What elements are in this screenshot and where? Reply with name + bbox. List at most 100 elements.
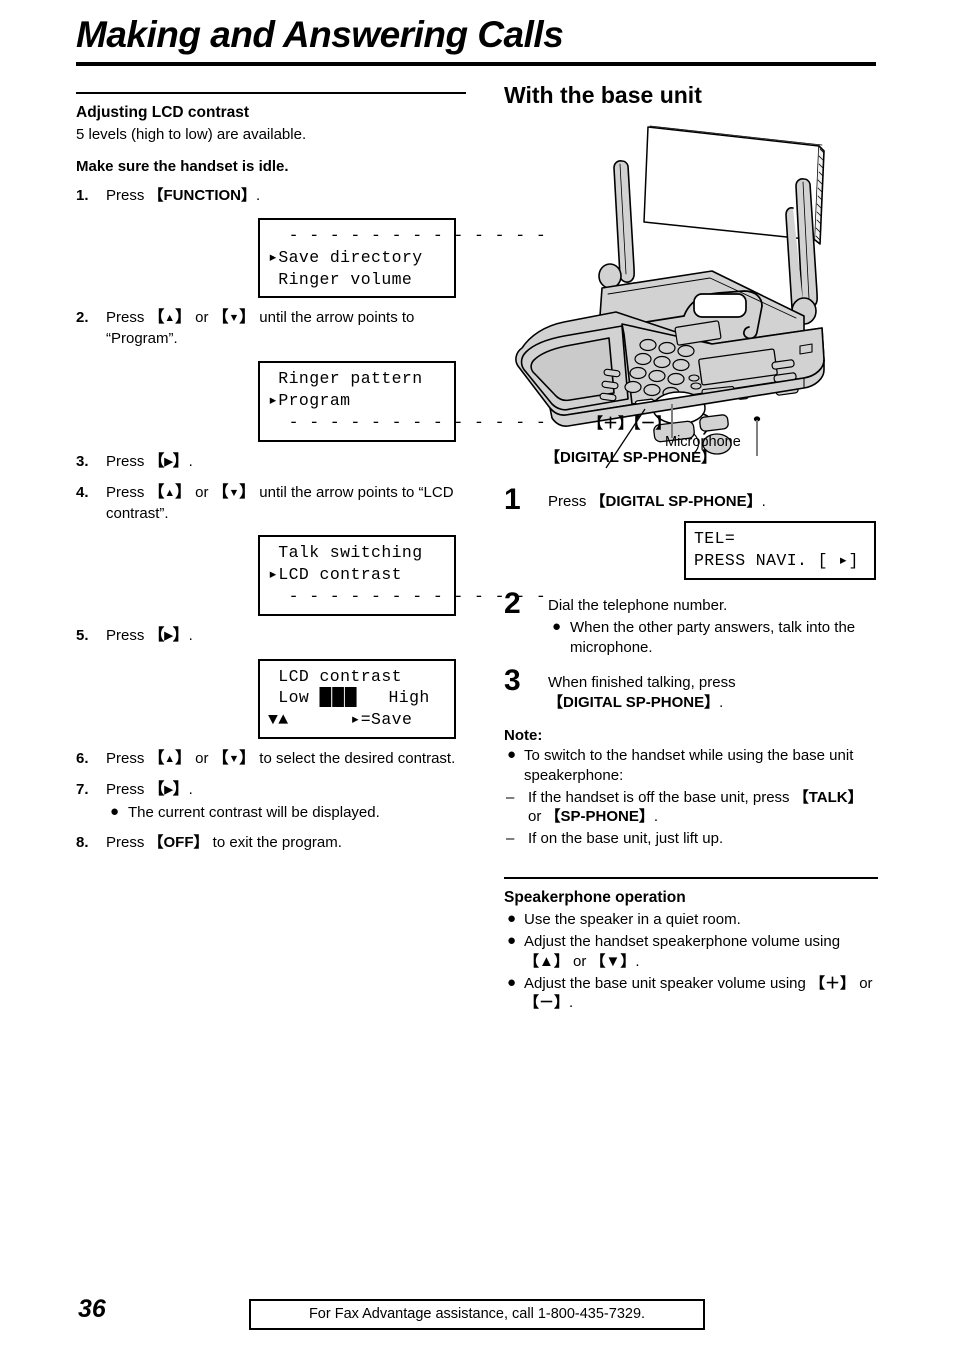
step-text: Press 【】. [106,627,193,644]
key-up-arrow: 【】 [149,484,191,501]
lcd-high-label: High [357,688,430,708]
base-step-3: 3 When finished talking, press 【DIGITAL … [504,666,878,713]
lcd-nav-arrows: ▼▲ [268,710,289,730]
dash-icon: – [506,788,515,806]
step-7-bullet: ● The current contrast will be displayed… [106,803,466,823]
base-step-1: 1 Press 【DIGITAL SP-PHONE】. [504,484,878,514]
lcd-line-2: ▸LCD contrast [268,565,402,585]
key-digital-sp-phone: 【DIGITAL SP-PHONE】 [548,694,720,712]
dash-text-mid: or [528,808,546,826]
speakerphone-section: Speakerphone operation ● Use the speaker… [504,876,878,1013]
dash-text: If on the base unit, just lift up. [528,830,724,848]
paper-support-arm-left [613,159,635,283]
lcd-display-3: Talk switching ▸LCD contrast - - - - - -… [258,535,546,616]
step-5: 5. Press 【】. [76,626,466,647]
lcd-line-1: Talk switching [268,543,423,563]
step-number: 2. [76,309,89,327]
bullet-text: When the other party answers, talk into … [570,618,856,656]
key-plus: 【＋】 [810,974,856,992]
key-down-arrow: 【】 [213,484,255,501]
bullet-dot-icon: ● [552,617,562,635]
step-2: 2. Press 【】 or 【】 until the arrow points… [76,308,466,349]
bullet-text-mid: or [568,952,591,970]
lcd-line-2: PRESS NAVI. [ ▸] [694,551,859,571]
step-text: Press 【】 or 【】 until the arrow points to… [106,309,414,347]
footer-assistance-box: For Fax Advantage assistance, call 1-800… [249,1299,705,1330]
lcd-line-2: ▸Program [268,391,351,411]
section-heading-speakerphone-operation: Speakerphone operation [504,888,686,906]
bullet-text: Adjust the handset speakerphone volume u… [524,933,840,970]
key-minus: 【－】 [524,994,570,1012]
right-column: With the base unit 【＋】【－】 Microphone 【DI… [504,82,878,1013]
section-heading-with-the-base-unit: With the base unit [504,82,702,108]
section-rule-speakerphone [504,876,878,879]
key-up-arrow: 【▲】 [524,952,569,970]
key-down-arrow: 【▼】 [590,952,636,970]
bullet-dot-icon: ● [507,973,517,991]
bullet-dot-icon: ● [507,745,517,763]
key-right-arrow: 【】 [149,781,189,798]
step-text-pre: When finished talking, press [548,674,736,692]
key-function: 【FUNCTION】 [148,187,257,205]
step-text: Press 【FUNCTION】. [106,187,261,205]
callout-digital-sp-phone: 【DIGITAL SP-PHONE】 [545,448,717,466]
bullet-text-mid: or [855,974,873,992]
bullet-text: Adjust the base unit speaker volume usin… [524,975,873,1012]
lcd-line-3: Ringer volume [268,269,413,289]
key-digital-sp-phone: 【DIGITAL SP-PHONE】 [590,492,762,510]
fax-machine-drawing [515,125,825,468]
step-number: 3 [504,664,521,698]
step-number: 5. [76,626,89,644]
lcd-line-2: ▸Save directory [268,247,423,267]
step-4: 4. Press 【】 or 【】 until the arrow points… [76,483,466,524]
bullet-text: Use the speaker in a quiet room. [524,911,741,929]
lcd-line-3: ▼▲ ▸=Save [268,710,412,729]
note-dash-1: – If the handset is off the base unit, p… [504,788,878,828]
step-number: 1 [504,482,521,516]
note-bullet: ● To switch to the handset while using t… [504,746,878,786]
section-rule-left [76,92,466,94]
step-text: Press 【】. [106,453,193,470]
step-1: 1. Press 【FUNCTION】. [76,186,466,206]
lcd-line-2: Low ███ High [268,688,430,707]
lcd-display-tel: TEL= PRESS NAVI. [ ▸] [684,521,876,580]
lcd-save-hint: ▸=Save [288,710,413,730]
step-text: Dial the telephone number. [548,596,728,614]
lcd-display-2: Ringer pattern ▸Program - - - - - - - - … [258,361,546,442]
key-sp-phone: 【SP-PHONE】 [545,808,654,826]
lcd-display-4: LCD contrast Low ███ High ▼▲ ▸=Save [258,658,456,739]
callout-plus-minus: 【＋】【－】 [588,414,671,432]
bullet-text-pre: Adjust the base unit speaker volume usin… [524,974,811,992]
key-down-arrow: 【】 [213,309,255,326]
dash-text-pre: If the handset is off the base unit, pre… [528,788,794,806]
step-text: Press 【】 or 【】 to select the desired con… [106,750,455,767]
bullet-text-post: . [635,952,640,970]
document-page: Making and Answering Calls Adjusting LCD… [0,0,954,1348]
speakerphone-bullet-1: ● Use the speaker in a quiet room. [504,910,878,930]
bullet-dot-icon: ● [110,802,120,820]
left-column: Adjusting LCD contrast 5 levels (high to… [76,92,546,853]
bullet-text-post: . [569,994,574,1012]
page-number: 36 [78,1295,106,1323]
section-heading-adjusting-lcd-contrast: Adjusting LCD contrast [76,104,250,121]
step-number: 6. [76,749,89,767]
note-heading: Note: [504,726,543,744]
bullet-text-pre: Adjust the handset speakerphone volume u… [524,933,841,951]
bullet-text: To switch to the handset while using the… [524,746,854,784]
step-8: 8. Press 【OFF】 to exit the program. [76,833,466,853]
key-up-arrow: 【】 [149,750,191,767]
dash-text: If the handset is off the base unit, pre… [528,789,863,826]
step-text: When finished talking, press 【DIGITAL SP… [548,674,736,711]
lcd-contrast-bar: ███ [319,688,358,707]
step-number: 3. [76,452,89,470]
step-number: 7. [76,780,89,798]
key-down-arrow: 【】 [213,750,255,767]
key-off: 【OFF】 [148,833,209,851]
lcd-line-1: TEL= [694,529,736,549]
key-up-arrow: 【】 [149,309,191,326]
lcd-display-1: - - - - - - - - - - - - - ▸Save director… [258,218,546,299]
step-number: 4. [76,483,89,501]
base-unit-illustration: 【＋】【－】 Microphone 【DIGITAL SP-PHONE】 [504,116,878,476]
step-text-pre: Press [548,492,591,510]
key-right-arrow: 【】 [149,627,189,644]
